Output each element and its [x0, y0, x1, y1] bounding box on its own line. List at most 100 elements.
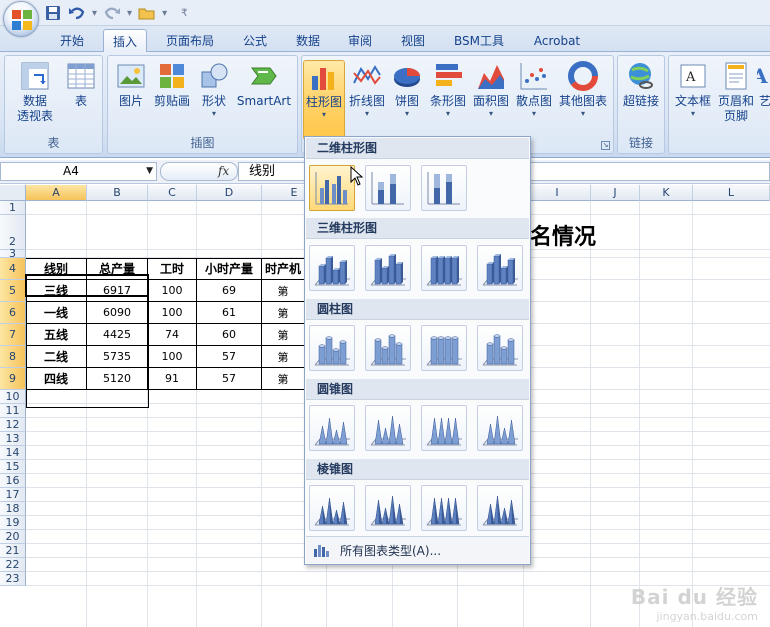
3d-column-option[interactable]: [477, 245, 523, 291]
row-header[interactable]: 6: [0, 302, 26, 324]
other-charts-button[interactable]: 其他图表 ▾: [557, 60, 609, 119]
tab-review[interactable]: 审阅: [338, 29, 382, 52]
picture-button[interactable]: 图片: [114, 60, 148, 109]
table-cell[interactable]: 5120: [87, 368, 148, 390]
charts-dialog-launcher-icon[interactable]: ↘: [601, 141, 610, 150]
clustered-pyramid-option[interactable]: [309, 485, 355, 531]
table-header-cell[interactable]: 时产机: [262, 258, 305, 280]
row-header[interactable]: 9: [0, 368, 26, 390]
row-header[interactable]: 22: [0, 558, 26, 572]
row-header[interactable]: 8: [0, 346, 26, 368]
hyperlink-button[interactable]: 超链接: [620, 60, 662, 109]
3d-cone-option[interactable]: [477, 405, 523, 451]
open-dropdown-icon[interactable]: ▾: [162, 8, 167, 19]
table-header-cell[interactable]: 工时: [148, 258, 197, 280]
row-header[interactable]: 13: [0, 432, 26, 446]
scatter-chart-button[interactable]: 散点图 ▾: [514, 60, 554, 119]
tab-formulas[interactable]: 公式: [233, 29, 277, 52]
column-header[interactable]: A: [26, 185, 87, 201]
2d-100-stacked-column-option[interactable]: [421, 165, 467, 211]
bar-chart-button[interactable]: 条形图 ▾: [428, 60, 468, 119]
header-footer-button[interactable]: 页眉和 页脚: [715, 60, 757, 124]
clustered-cone-option[interactable]: [309, 405, 355, 451]
table-cell[interactable]: 第: [262, 346, 305, 368]
table-cell[interactable]: 100: [148, 302, 197, 324]
3d-pyramid-option[interactable]: [477, 485, 523, 531]
tab-insert[interactable]: 插入: [103, 29, 147, 53]
table-cell[interactable]: 4425: [87, 324, 148, 346]
table-cell[interactable]: 第: [262, 324, 305, 346]
stacked-cylinder-option[interactable]: [365, 325, 411, 371]
undo-dropdown-icon[interactable]: ▾: [92, 8, 97, 19]
row-header[interactable]: 12: [0, 418, 26, 432]
open-folder-icon[interactable]: [138, 5, 156, 21]
tab-home[interactable]: 开始: [50, 29, 94, 52]
table-cell[interactable]: 57: [197, 346, 262, 368]
table-cell[interactable]: 57: [197, 368, 262, 390]
row-header[interactable]: 16: [0, 474, 26, 488]
column-header[interactable]: L: [693, 185, 770, 201]
3d-stacked-column-option[interactable]: [365, 245, 411, 291]
table-cell[interactable]: 四线: [26, 368, 87, 390]
100-stacked-cone-option[interactable]: [421, 405, 467, 451]
table-cell[interactable]: 6090: [87, 302, 148, 324]
tab-data[interactable]: 数据: [286, 29, 330, 52]
row-header[interactable]: 3: [0, 248, 26, 259]
table-cell[interactable]: 61: [197, 302, 262, 324]
table-cell[interactable]: 第: [262, 368, 305, 390]
row-header[interactable]: 17: [0, 488, 26, 502]
shapes-button[interactable]: 形状 ▾: [196, 60, 232, 119]
textbox-button[interactable]: A 文本框 ▾: [671, 60, 715, 119]
3d-clustered-column-option[interactable]: [309, 245, 355, 291]
insert-function-icon[interactable]: fx: [218, 164, 229, 178]
row-header[interactable]: 1: [0, 201, 26, 215]
customize-qat-icon[interactable]: ₹: [181, 8, 187, 19]
2d-stacked-column-option[interactable]: [365, 165, 411, 211]
row-header[interactable]: 23: [0, 572, 26, 586]
save-icon[interactable]: [44, 5, 62, 21]
name-box-dropdown-icon[interactable]: ▼: [146, 163, 153, 180]
100-stacked-pyramid-option[interactable]: [421, 485, 467, 531]
table-cell[interactable]: 74: [148, 324, 197, 346]
area-chart-button[interactable]: 面积图 ▾: [471, 60, 511, 119]
column-header[interactable]: D: [197, 185, 262, 201]
table-cell[interactable]: 91: [148, 368, 197, 390]
table-button[interactable]: 表: [63, 60, 99, 109]
column-chart-button[interactable]: 柱形图 ▾: [303, 60, 345, 140]
table-header-cell[interactable]: 线别: [26, 258, 87, 280]
100-stacked-cylinder-option[interactable]: [421, 325, 467, 371]
table-cell[interactable]: 三线: [26, 280, 87, 302]
clustered-cylinder-option[interactable]: [309, 325, 355, 371]
table-header-cell[interactable]: 小时产量: [197, 258, 262, 280]
wordart-button[interactable]: A 艺: [757, 60, 770, 109]
row-header[interactable]: 5: [0, 280, 26, 302]
table-cell[interactable]: 5735: [87, 346, 148, 368]
all-chart-types-item[interactable]: 所有图表类型(A)...: [306, 536, 529, 563]
column-header[interactable]: K: [640, 185, 693, 201]
column-header[interactable]: B: [87, 185, 148, 201]
row-header[interactable]: 10: [0, 390, 26, 404]
name-box[interactable]: A4 ▼: [0, 162, 157, 181]
table-cell[interactable]: 第: [262, 280, 305, 302]
line-chart-button[interactable]: 折线图 ▾: [347, 60, 387, 119]
table-cell[interactable]: 69: [197, 280, 262, 302]
tab-page-layout[interactable]: 页面布局: [158, 29, 222, 52]
column-header[interactable]: I: [524, 185, 591, 201]
row-header[interactable]: 19: [0, 516, 26, 530]
row-header[interactable]: 4: [0, 258, 26, 280]
stacked-pyramid-option[interactable]: [365, 485, 411, 531]
row-header[interactable]: 18: [0, 502, 26, 516]
tab-view[interactable]: 视图: [391, 29, 435, 52]
table-cell[interactable]: 二线: [26, 346, 87, 368]
table-cell[interactable]: 第: [262, 302, 305, 324]
office-button[interactable]: [3, 1, 39, 37]
pivot-table-button[interactable]: 数据 透视表: [9, 60, 61, 124]
table-cell[interactable]: 6917: [87, 280, 148, 302]
row-header[interactable]: 14: [0, 446, 26, 460]
tab-acrobat[interactable]: Acrobat: [526, 29, 588, 52]
3d-cylinder-option[interactable]: [477, 325, 523, 371]
table-cell[interactable]: 100: [148, 280, 197, 302]
column-header[interactable]: C: [148, 185, 197, 201]
table-cell[interactable]: 100: [148, 346, 197, 368]
undo-icon[interactable]: [68, 5, 86, 21]
